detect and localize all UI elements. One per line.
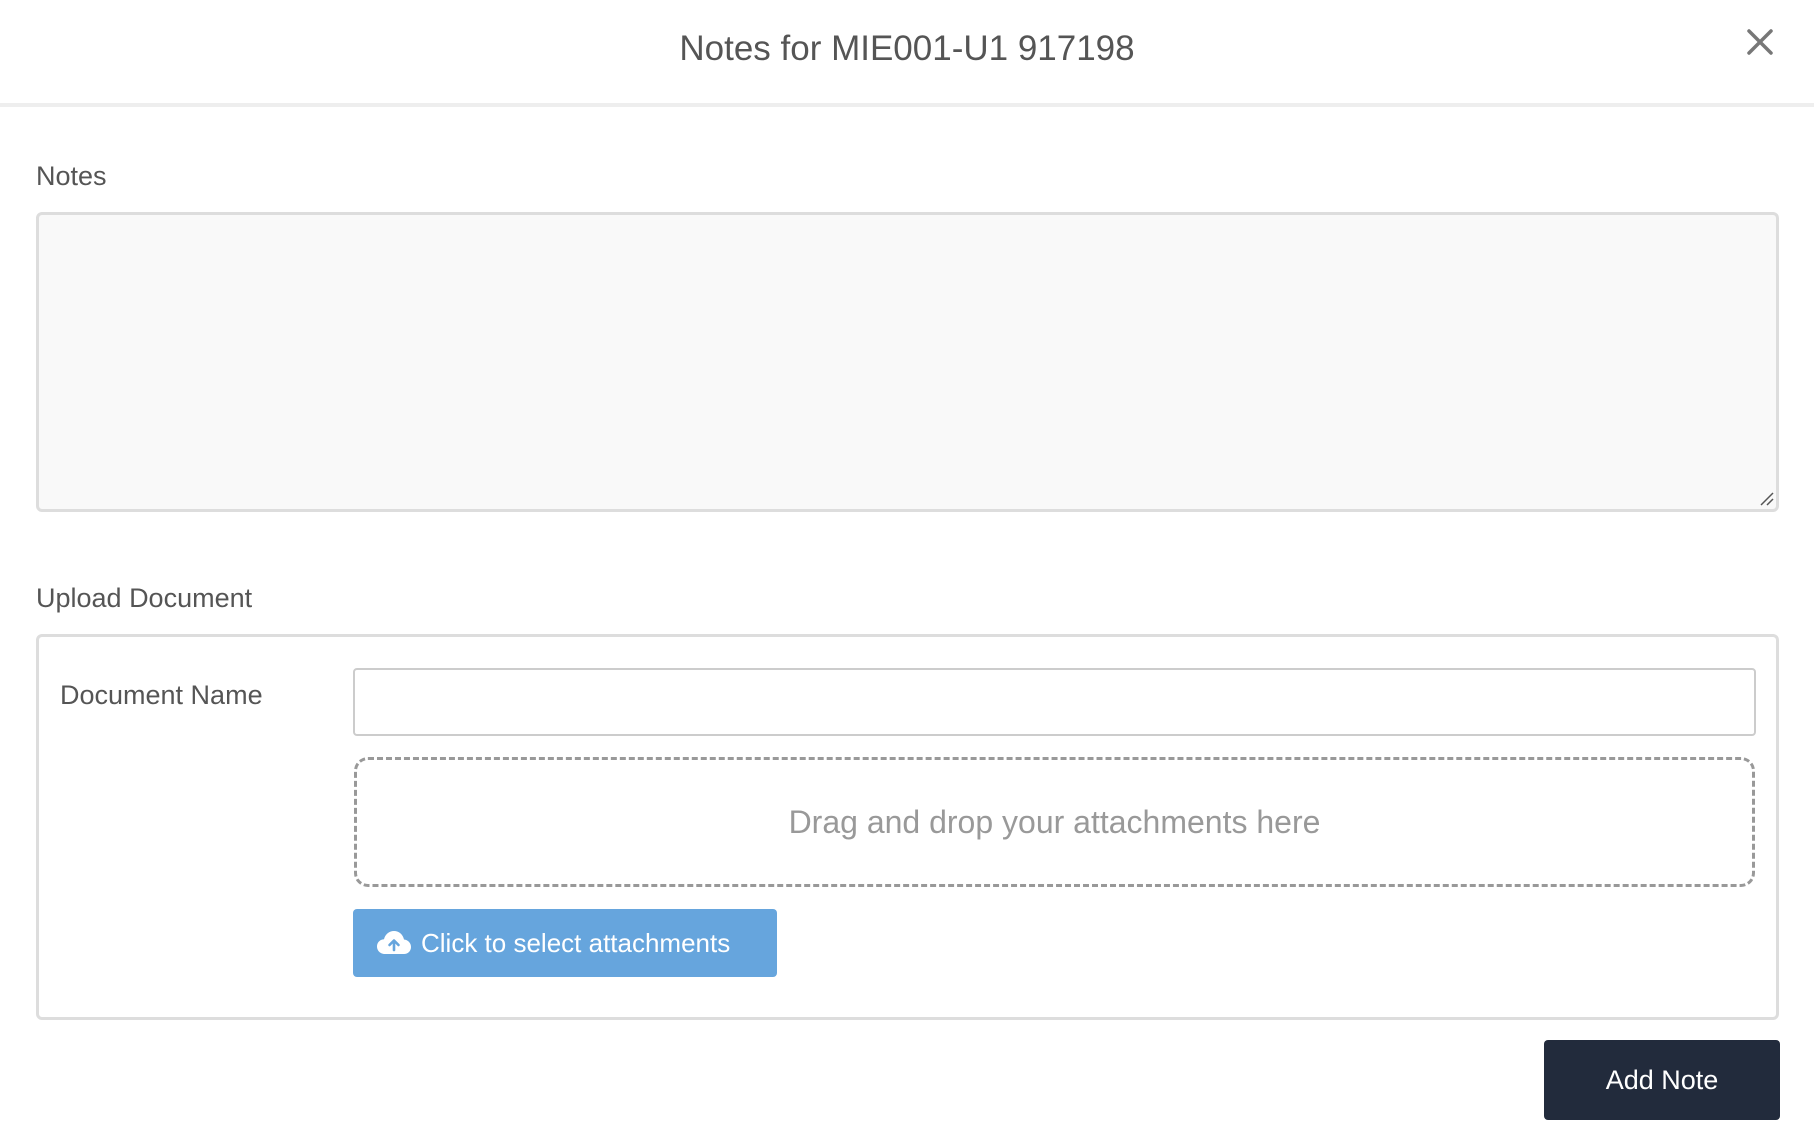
close-icon: [1747, 29, 1773, 55]
dropzone-text: Drag and drop your attachments here: [788, 803, 1321, 840]
attachment-dropzone[interactable]: Drag and drop your attachments here: [354, 757, 1755, 887]
document-name-label: Document Name: [60, 680, 263, 710]
modal-header: Notes for MIE001-U1 917198: [0, 0, 1814, 107]
select-attachments-label: Click to select attachments: [421, 927, 731, 958]
resize-grip-icon[interactable]: [1758, 490, 1774, 506]
cloud-upload-icon: [377, 931, 411, 954]
notes-modal: Notes for MIE001-U1 917198 Notes Upload …: [0, 0, 1814, 1146]
upload-document-label: Upload Document: [36, 583, 253, 613]
modal-title: Notes for MIE001-U1 917198: [679, 29, 1135, 68]
notes-label: Notes: [36, 161, 107, 191]
document-name-input[interactable]: [353, 668, 1756, 736]
close-button[interactable]: [1742, 24, 1778, 60]
select-attachments-button[interactable]: Click to select attachments: [353, 909, 777, 977]
notes-textarea[interactable]: [36, 212, 1779, 512]
add-note-button[interactable]: Add Note: [1544, 1040, 1780, 1120]
